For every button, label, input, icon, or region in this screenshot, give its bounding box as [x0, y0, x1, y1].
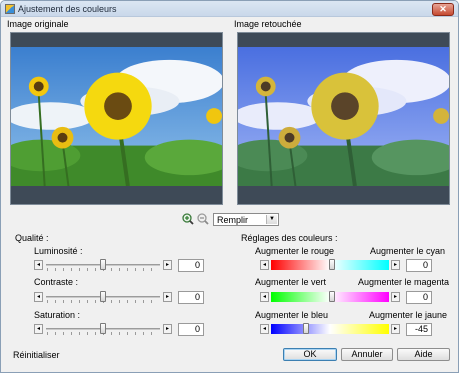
close-button[interactable]: ✕	[432, 3, 454, 16]
ok-button[interactable]: OK	[283, 348, 337, 361]
blue-label: Augmenter le bleu	[255, 310, 329, 320]
color-adjustment-dialog: Ajustement des couleurs ✕ Image original…	[0, 0, 459, 373]
contrast-label: Contraste :	[34, 277, 79, 287]
saturation-thumb[interactable]	[100, 323, 106, 334]
blue-yellow-thumb[interactable]	[303, 323, 309, 334]
title-bar: Ajustement des couleurs ✕	[1, 1, 458, 17]
saturation-increase-button[interactable]: ▸	[163, 324, 172, 334]
contrast-slider[interactable]: ◂ ▸	[34, 291, 172, 303]
brightness-value-input[interactable]: 0	[178, 259, 204, 272]
red-cyan-increase-button[interactable]: ▸	[391, 260, 400, 270]
retouched-image-caption: Image retouchée	[234, 19, 302, 29]
contrast-increase-button[interactable]: ▸	[163, 292, 172, 302]
red-cyan-thumb[interactable]	[329, 259, 335, 270]
reset-link[interactable]: Réinitialiser	[13, 350, 60, 360]
original-image-caption: Image originale	[7, 19, 69, 29]
zoom-out-icon[interactable]	[197, 213, 209, 225]
saturation-decrease-button[interactable]: ◂	[34, 324, 43, 334]
cyan-label: Augmenter le cyan	[370, 246, 446, 256]
color-settings-group-label: Réglages des couleurs :	[241, 233, 338, 243]
yellow-label: Augmenter le jaune	[369, 310, 448, 320]
green-magenta-thumb[interactable]	[329, 291, 335, 302]
help-button[interactable]: Aide	[397, 348, 450, 361]
red-cyan-slider[interactable]: ◂ ▸	[260, 259, 400, 270]
chevron-down-icon: ▼	[266, 215, 277, 224]
blue-yellow-value-input[interactable]: -45	[406, 323, 432, 336]
zoom-in-icon[interactable]	[182, 213, 194, 225]
zoom-toolbar: Remplir ▼	[1, 213, 458, 227]
red-label: Augmenter le rouge	[255, 246, 335, 256]
contrast-thumb[interactable]	[100, 291, 106, 302]
fill-mode-select[interactable]: Remplir ▼	[213, 213, 279, 226]
green-magenta-value-input[interactable]: 0	[406, 291, 432, 304]
blue-yellow-decrease-button[interactable]: ◂	[260, 324, 269, 334]
contrast-value-input[interactable]: 0	[178, 291, 204, 304]
blue-yellow-increase-button[interactable]: ▸	[391, 324, 400, 334]
fill-mode-value: Remplir	[217, 215, 249, 225]
magenta-label: Augmenter le magenta	[358, 277, 450, 287]
quality-group-label: Qualité :	[15, 233, 49, 243]
app-icon	[5, 4, 15, 14]
saturation-slider[interactable]: ◂ ▸	[34, 323, 172, 335]
green-label: Augmenter le vert	[255, 277, 327, 287]
brightness-increase-button[interactable]: ▸	[163, 260, 172, 270]
saturation-label: Saturation :	[34, 310, 81, 320]
green-magenta-slider[interactable]: ◂ ▸	[260, 291, 400, 302]
brightness-decrease-button[interactable]: ◂	[34, 260, 43, 270]
contrast-decrease-button[interactable]: ◂	[34, 292, 43, 302]
brightness-thumb[interactable]	[100, 259, 106, 270]
saturation-value-input[interactable]: 0	[178, 323, 204, 336]
green-magenta-increase-button[interactable]: ▸	[391, 292, 400, 302]
green-magenta-decrease-button[interactable]: ◂	[260, 292, 269, 302]
brightness-slider[interactable]: ◂ ▸	[34, 259, 172, 271]
window-title: Ajustement des couleurs	[18, 4, 117, 14]
cancel-button[interactable]: Annuler	[341, 348, 393, 361]
red-cyan-value-input[interactable]: 0	[406, 259, 432, 272]
original-photo	[11, 47, 222, 186]
original-image-panel	[10, 32, 223, 205]
retouched-photo	[238, 47, 449, 186]
blue-yellow-gradient	[271, 324, 389, 334]
brightness-label: Luminosité :	[34, 246, 83, 256]
red-cyan-decrease-button[interactable]: ◂	[260, 260, 269, 270]
blue-yellow-slider[interactable]: ◂ ▸	[260, 323, 400, 334]
retouched-image-panel	[237, 32, 450, 205]
